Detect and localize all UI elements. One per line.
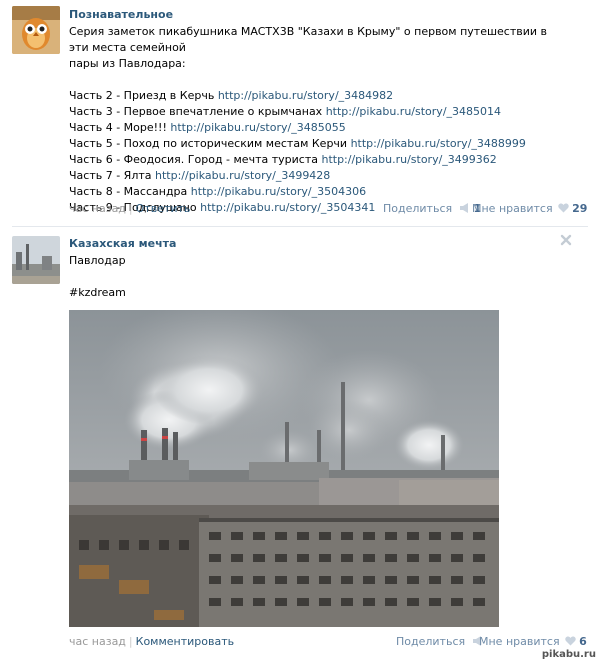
part-label: Часть 5 - Поход по историческим местам К… (69, 137, 348, 150)
post-text: Павлодар (69, 254, 126, 267)
author-avatar[interactable] (12, 6, 60, 54)
part-item: Часть 4 - Море!!! http://pikabu.ru/story… (69, 120, 569, 136)
heart-icon (565, 636, 576, 646)
part-item: Часть 7 - Ялта http://pikabu.ru/story/_3… (69, 168, 569, 184)
part-link[interactable]: http://pikabu.ru/story/_3485014 (326, 105, 501, 118)
part-label: Часть 2 - Приезд в Керчь (69, 89, 215, 102)
part-label: Часть 4 - Море!!! (69, 121, 167, 134)
owl-icon (12, 6, 60, 54)
close-icon[interactable] (560, 234, 572, 246)
share-button[interactable]: Поделиться 1 (383, 202, 481, 215)
post-meta: час назад | Ответить (69, 202, 190, 215)
watermark: pikabu.ru (541, 649, 596, 660)
comment-link[interactable]: Комментировать (136, 635, 234, 648)
part-list: Часть 2 - Приезд в Керчь http://pikabu.r… (69, 88, 569, 216)
part-label: Часть 7 - Ялта (69, 169, 152, 182)
city-photo-icon (12, 236, 60, 284)
part-label: Часть 6 - Феодосия. Город - мечта турист… (69, 153, 318, 166)
industrial-city-photo (69, 310, 499, 627)
post-footer: час назад | Комментировать Поделиться Мне … (69, 635, 587, 649)
post-divider (12, 226, 588, 227)
share-label: Поделиться (396, 635, 466, 648)
part-link[interactable]: http://pikabu.ru/story/_3485055 (170, 121, 345, 134)
part-item: Часть 6 - Феодосия. Город - мечта турист… (69, 152, 569, 168)
post-text: Серия заметок пикабушника MACTX3B "Казах… (69, 24, 569, 216)
post-photo[interactable] (69, 310, 499, 627)
separator: | (128, 635, 133, 648)
like-button[interactable]: Мне нравится 29 (472, 202, 587, 215)
author-avatar[interactable] (12, 236, 60, 284)
like-button[interactable]: Мне нравится 6 (479, 635, 587, 648)
hashtag-link[interactable]: #kzdream (69, 285, 126, 301)
intro-line: пары из Павлодара: (69, 57, 186, 70)
like-count: 6 (579, 635, 587, 648)
like-count: 29 (572, 202, 588, 215)
part-label: Часть 3 - Первое впечатление о крымчанах (69, 105, 323, 118)
part-item: Часть 5 - Поход по историческим местам К… (69, 136, 569, 152)
post-author[interactable]: Познавательное (69, 8, 173, 21)
like-label: Мне нравится (472, 202, 553, 215)
post-pozнavatelnoe: Познавательное Серия заметок пикабушника… (0, 0, 600, 225)
part-label: Часть 8 - Массандра (69, 185, 188, 198)
like-label: Мне нравится (479, 635, 560, 648)
share-button[interactable]: Поделиться (396, 635, 484, 648)
separator: | (128, 202, 133, 215)
post-author[interactable]: Казахская мечта (69, 237, 176, 250)
part-item: Часть 2 - Приезд в Керчь http://pikabu.r… (69, 88, 569, 104)
share-label: Поделиться (383, 202, 453, 215)
post-meta: час назад | Комментировать (69, 635, 234, 648)
part-link[interactable]: http://pikabu.ru/story/_3488999 (351, 137, 526, 150)
part-item: Часть 3 - Первое впечатление о крымчанах… (69, 104, 569, 120)
post-time[interactable]: час назад (69, 635, 126, 648)
part-link[interactable]: http://pikabu.ru/story/_3504306 (191, 185, 366, 198)
part-link[interactable]: http://pikabu.ru/story/_3499428 (155, 169, 330, 182)
post-footer: час назад | Ответить Поделиться 1 Мне нрав… (69, 202, 587, 216)
post-time[interactable]: час назад (69, 202, 126, 215)
megaphone-icon (459, 203, 468, 213)
intro-line: Серия заметок пикабушника MACTX3B "Казах… (69, 25, 548, 54)
part-item: Часть 8 - Массандра http://pikabu.ru/sto… (69, 184, 569, 200)
reply-link[interactable]: Ответить (136, 202, 191, 215)
part-link[interactable]: http://pikabu.ru/story/_3484982 (218, 89, 393, 102)
part-link[interactable]: http://pikabu.ru/story/_3499362 (321, 153, 496, 166)
heart-icon (558, 203, 569, 213)
